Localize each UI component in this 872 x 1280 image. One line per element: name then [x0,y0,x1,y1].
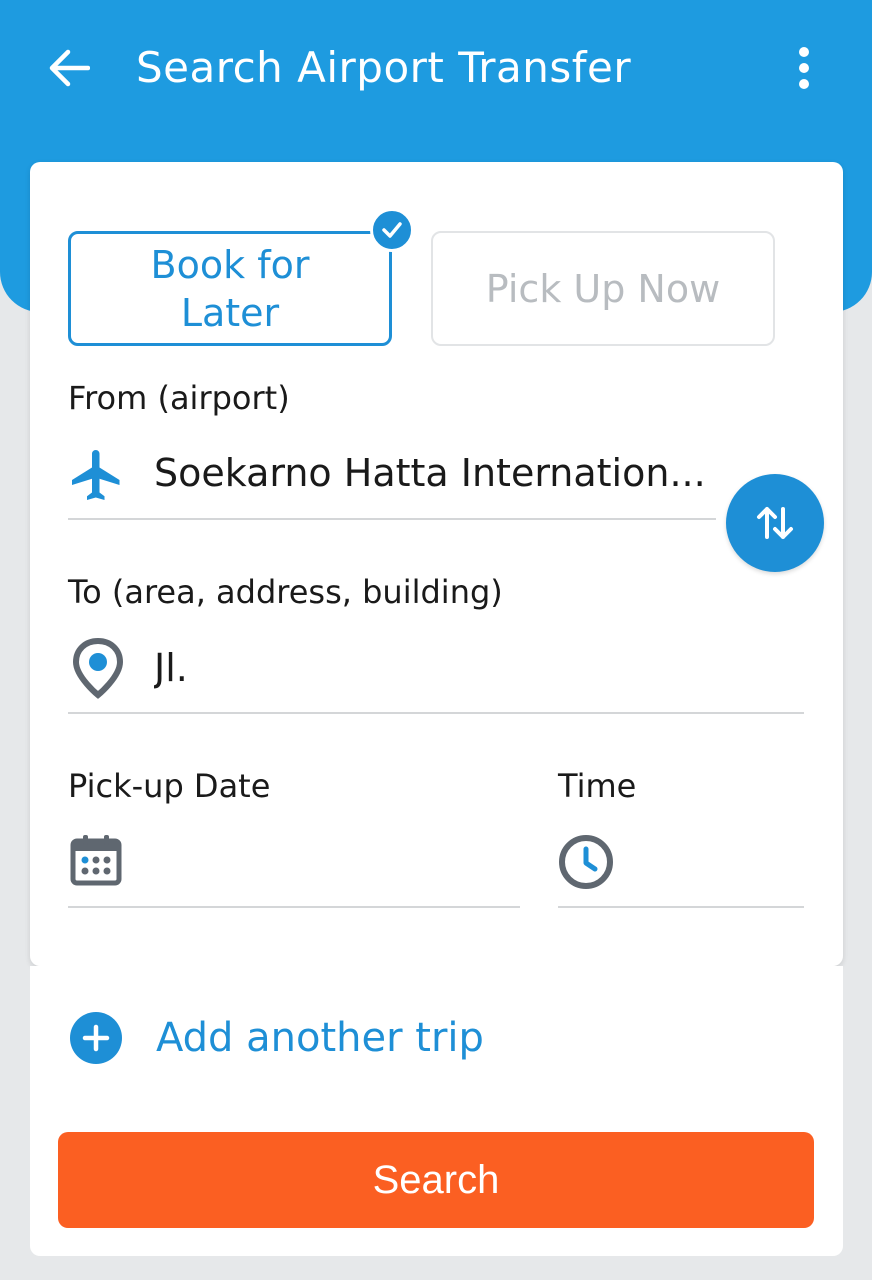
airplane-icon [66,444,128,506]
app-bar: Search Airport Transfer [0,0,872,136]
swap-vertical-icon [757,507,793,539]
add-another-trip-label: Add another trip [156,1015,484,1061]
time-field-underline [558,906,804,908]
pick-up-now-label: Pick Up Now [485,266,721,311]
selected-check-icon [370,208,414,252]
clock-icon[interactable] [556,832,616,892]
more-options-button[interactable] [780,40,828,96]
time-label: Time [558,767,637,805]
location-pin-icon [68,636,128,700]
plus-circle-icon [70,1012,122,1064]
from-airport-input[interactable]: Soekarno Hatta Internation... [154,449,714,497]
back-button[interactable] [40,40,96,96]
swap-locations-button[interactable] [726,474,824,572]
arrow-left-icon [49,49,90,87]
to-field-underline [68,712,804,714]
page-title: Search Airport Transfer [136,43,632,92]
pick-up-now-toggle[interactable]: Pick Up Now [431,231,775,346]
search-form-card: Book for Later Pick Up Now From (airport… [30,162,843,966]
pickup-date-label: Pick-up Date [68,767,271,805]
more-vertical-icon [799,47,809,89]
destination-input[interactable]: Jl. [154,644,754,692]
calendar-icon[interactable] [68,832,124,888]
from-label: From (airport) [68,379,290,417]
search-button[interactable]: Search [58,1132,814,1228]
from-field-underline [68,518,716,520]
add-another-trip-button[interactable]: Add another trip [70,1010,484,1066]
date-field-underline [68,906,520,908]
book-for-later-toggle[interactable]: Book for Later [68,231,392,346]
book-for-later-label: Book for Later [150,242,310,335]
to-label: To (area, address, building) [68,573,503,611]
